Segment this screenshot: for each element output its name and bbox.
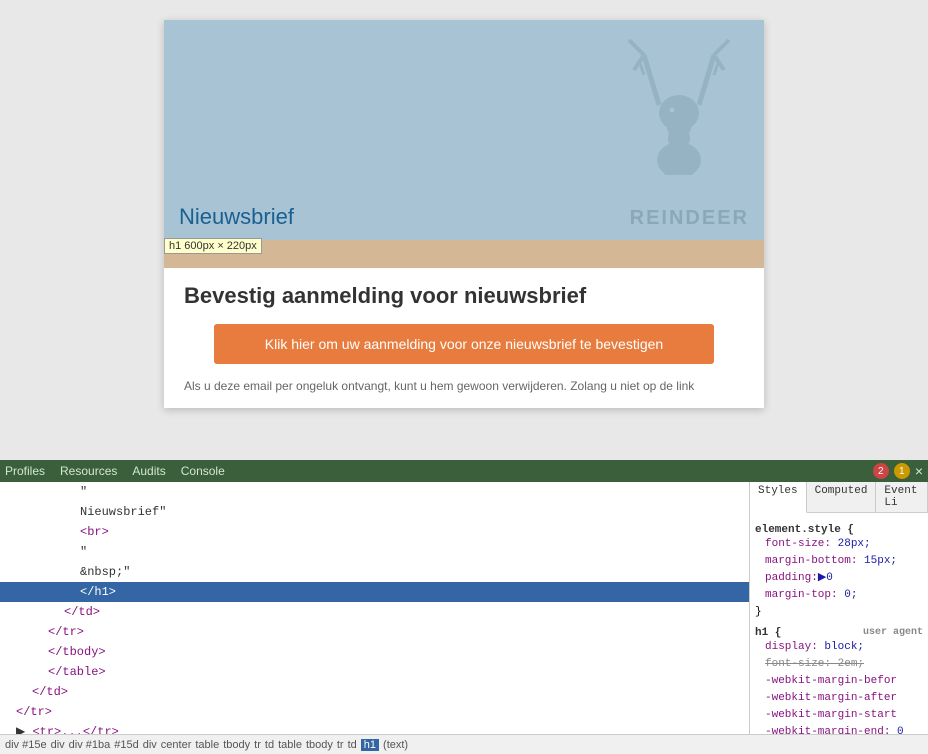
breadcrumb-item[interactable]: td <box>265 739 274 751</box>
deer-icon <box>624 35 744 175</box>
tab-event-listeners[interactable]: Event Li <box>876 482 928 512</box>
error-count-badge: 2 <box>873 463 889 479</box>
breadcrumb-item[interactable]: td <box>348 739 357 751</box>
email-header-title: Nieuwsbrief <box>179 204 294 230</box>
css-line: padding:▶0 <box>765 570 923 587</box>
tab-profiles[interactable]: Profiles <box>5 464 45 478</box>
h1-size-tooltip: h1 600px × 220px <box>164 238 262 254</box>
html-line: " <box>0 542 749 562</box>
styles-panel: Styles Computed Event Li element.style {… <box>750 482 928 734</box>
warning-count-badge: 1 <box>894 463 910 479</box>
breadcrumb-item[interactable]: div #15e <box>5 739 47 751</box>
styles-content: element.style { font-size: 28px; margin-… <box>750 513 928 734</box>
css-line: margin-top: 0; <box>765 587 923 604</box>
html-line[interactable]: ▶ <tr>...</tr> <box>0 722 749 734</box>
html-line: </tbody> <box>0 642 749 662</box>
css-line: } <box>755 604 923 621</box>
close-button[interactable]: × <box>915 463 923 479</box>
confirm-button[interactable]: Klik hier om uw aanmelding voor onze nie… <box>214 324 714 364</box>
email-footer-text: Als u deze email per ongeluk ontvangt, k… <box>184 379 744 393</box>
tab-console[interactable]: Console <box>181 464 225 478</box>
styles-tab-bar: Styles Computed Event Li <box>750 482 928 513</box>
html-line: </td> <box>0 682 749 702</box>
devtools-content: " Nieuwsbrief" <br> " &nbsp;" </h1> </td… <box>0 482 928 734</box>
html-line-selected: </h1> <box>0 582 749 602</box>
breadcrumb-item[interactable]: table <box>278 739 302 751</box>
breadcrumb-item[interactable]: #15d <box>114 739 138 751</box>
css-element-block: font-size: 28px; margin-bottom: 15px; pa… <box>765 536 923 604</box>
email-header-brand: REINDEER <box>630 207 749 230</box>
breadcrumb-item-active[interactable]: h1 <box>361 739 379 751</box>
css-line: margin-bottom: 15px; <box>765 553 923 570</box>
devtools-status-icons: 2 1 × <box>873 463 923 479</box>
html-line: </table> <box>0 662 749 682</box>
css-selector-h1: h1 {user agent <box>755 627 923 639</box>
html-line: <br> <box>0 522 749 542</box>
breadcrumb-item[interactable]: tbody <box>306 739 333 751</box>
tab-styles[interactable]: Styles <box>750 482 807 513</box>
css-line: -webkit-margin-end: 0 <box>765 724 923 734</box>
tab-audits[interactable]: Audits <box>132 464 165 478</box>
breadcrumb-item[interactable]: tr <box>254 739 261 751</box>
css-line: -webkit-margin-befor <box>765 673 923 690</box>
breadcrumb-bar: div #15e div div #1ba #15d div center ta… <box>0 734 928 754</box>
tab-computed[interactable]: Computed <box>807 482 877 512</box>
html-panel[interactable]: " Nieuwsbrief" <br> " &nbsp;" </h1> </td… <box>0 482 750 734</box>
css-h1-block: display: block; font-size: 2em; -webkit-… <box>765 639 923 734</box>
html-line: " <box>0 482 749 502</box>
email-header: Nieuwsbrief REINDEER <box>164 20 764 240</box>
email-body: Bevestig aanmelding voor nieuwsbrief Kli… <box>164 268 764 408</box>
email-preview-container: Nieuwsbrief REINDEER h1 600px × 220px Be… <box>164 20 764 408</box>
breadcrumb-item[interactable]: tbody <box>223 739 250 751</box>
breadcrumb-item[interactable]: tr <box>337 739 344 751</box>
breadcrumb-item[interactable]: center <box>161 739 192 751</box>
html-line: </tr> <box>0 622 749 642</box>
css-line: display: block; <box>765 639 923 656</box>
html-line: </tr> <box>0 702 749 722</box>
html-line: &nbsp;" <box>0 562 749 582</box>
css-line: -webkit-margin-start <box>765 707 923 724</box>
email-beige-bar: h1 600px × 220px <box>164 240 764 268</box>
css-line: -webkit-margin-after <box>765 690 923 707</box>
breadcrumb-item[interactable]: div <box>51 739 65 751</box>
breadcrumb-item[interactable]: div <box>143 739 157 751</box>
html-line: </td> <box>0 602 749 622</box>
email-body-heading: Bevestig aanmelding voor nieuwsbrief <box>184 283 744 309</box>
css-line: font-size: 2em; <box>765 656 923 673</box>
tab-resources[interactable]: Resources <box>60 464 117 478</box>
email-preview-area: Nieuwsbrief REINDEER h1 600px × 220px Be… <box>0 0 928 460</box>
breadcrumb-item[interactable]: div #1ba <box>69 739 111 751</box>
html-line: Nieuwsbrief" <box>0 502 749 522</box>
css-line: font-size: 28px; <box>765 536 923 553</box>
breadcrumb-item[interactable]: (text) <box>383 739 408 751</box>
devtools-toolbar: Profiles Resources Audits Console 2 1 × <box>0 460 928 482</box>
css-selector-element: element.style { <box>755 524 923 536</box>
breadcrumb-item[interactable]: table <box>195 739 219 751</box>
